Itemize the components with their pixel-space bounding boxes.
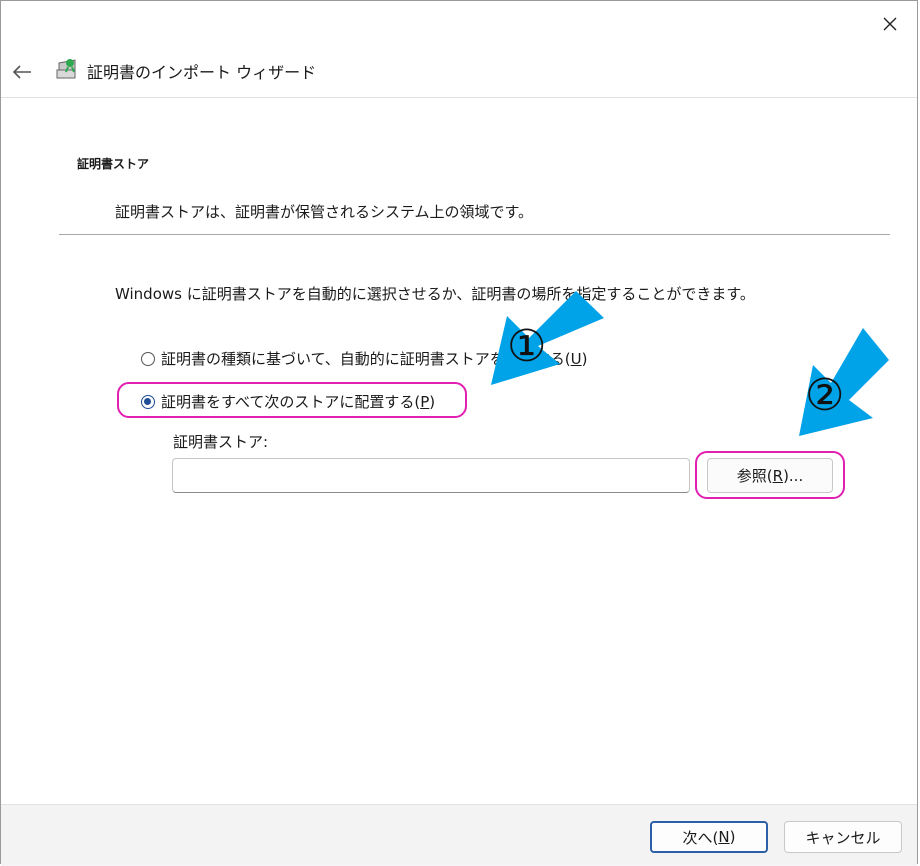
wizard-header: 証明書のインポート ウィザード [1, 47, 917, 98]
close-button[interactable] [873, 7, 907, 41]
section-description: 証明書ストアは、証明書が保管されるシステム上の領域です。 [115, 203, 534, 221]
cancel-button[interactable]: キャンセル [784, 821, 902, 853]
wizard-title: 証明書のインポート ウィザード [87, 63, 317, 82]
radio-place-in-store[interactable]: 証明書をすべて次のストアに配置する(P) [141, 391, 435, 412]
annotation-marker-2: ② [805, 370, 845, 421]
section-title: 証明書ストア [77, 157, 150, 171]
radio-button-unchecked[interactable] [141, 351, 155, 366]
radio-button-checked[interactable] [141, 394, 155, 409]
back-arrow-icon [12, 65, 31, 79]
certificate-import-wizard-window: 証明書のインポート ウィザード 証明書ストア 証明書ストアは、証明書が保管される… [0, 0, 918, 866]
radio-manual-label: 証明書をすべて次のストアに配置する(P) [161, 393, 436, 411]
next-button[interactable]: 次へ(N) [650, 821, 768, 853]
back-button[interactable] [9, 59, 35, 85]
instruction-text: Windows に証明書ストアを自動的に選択させるか、証明書の場所を指定すること… [115, 285, 755, 303]
divider [59, 234, 890, 235]
browse-button[interactable]: 参照(R)... [707, 458, 833, 493]
certificate-store-label: 証明書ストア: [173, 433, 269, 451]
annotation-marker-1: ① [507, 321, 547, 372]
title-bar [1, 1, 917, 47]
certificate-store-field[interactable] [172, 458, 690, 493]
close-icon [883, 17, 897, 31]
certificate-wizard-icon [56, 59, 76, 79]
wizard-footer: 次へ(N) キャンセル [1, 804, 917, 866]
